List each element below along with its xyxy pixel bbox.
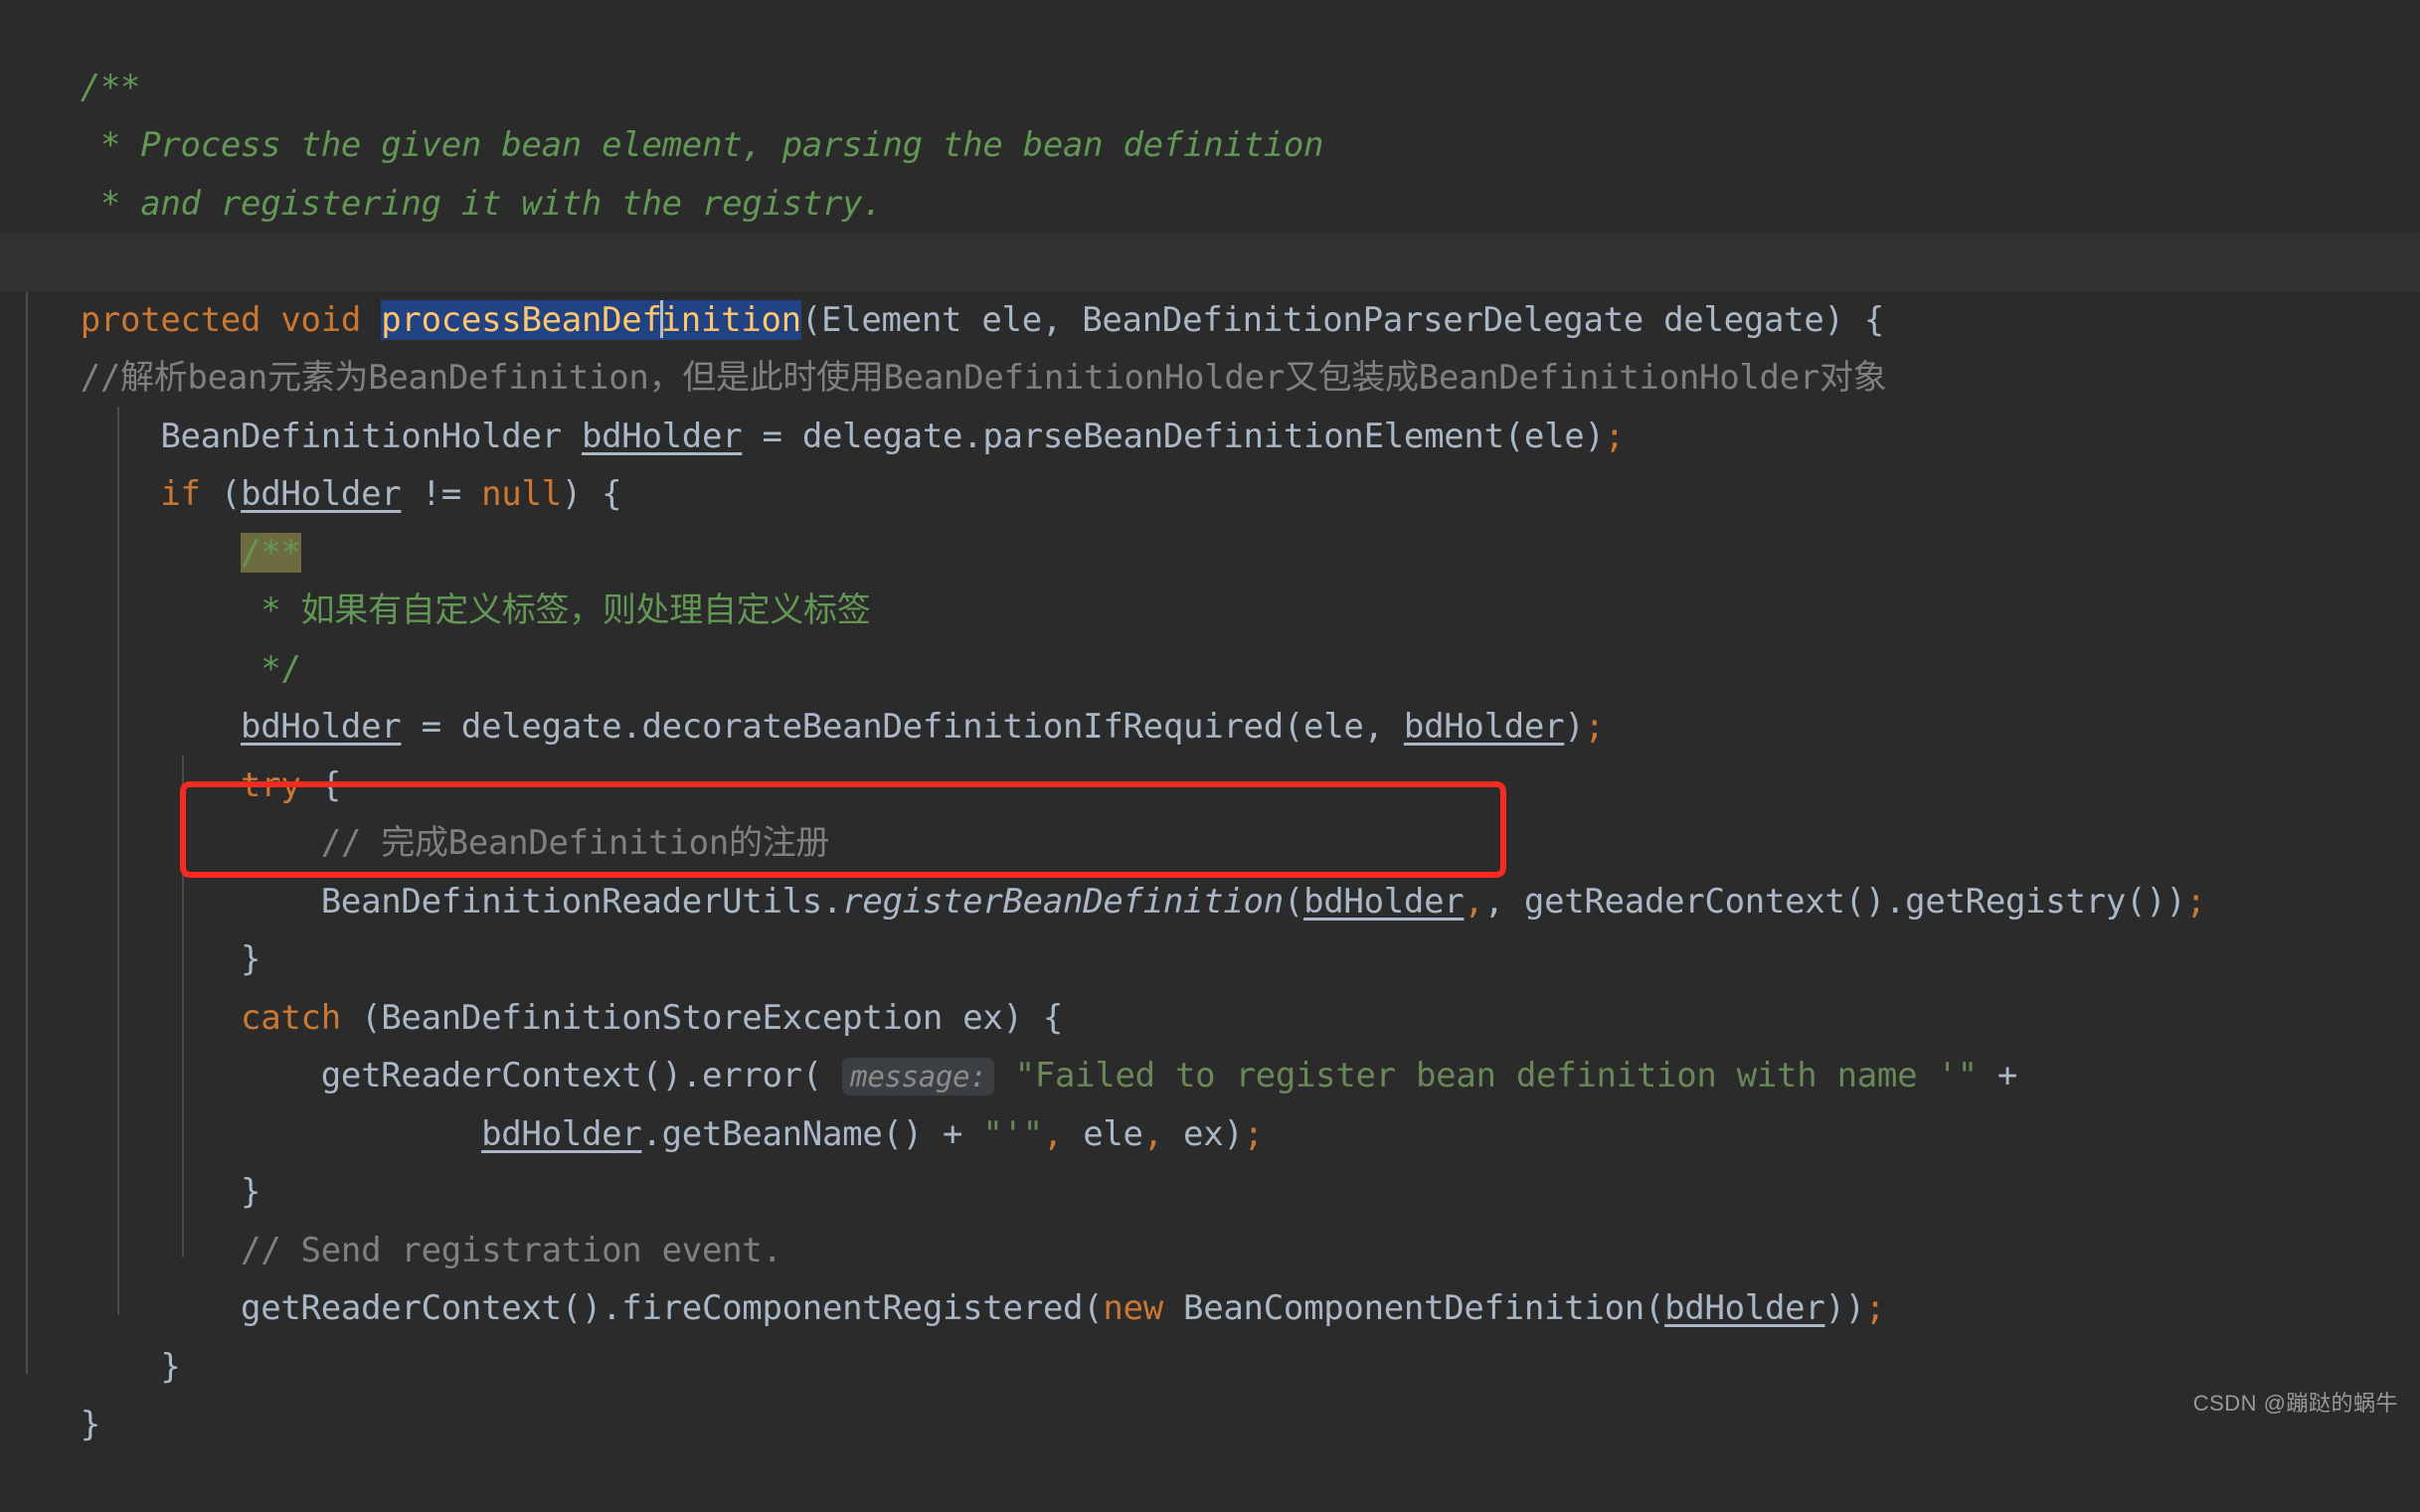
code-line[interactable]: * and registering it with the registry. — [0, 116, 2420, 224]
code-line[interactable]: getReaderContext().fireComponentRegister… — [0, 1222, 2420, 1328]
code-line[interactable]: //解析bean元素为BeanDefinition，但是此时使用BeanDefi… — [0, 291, 2420, 398]
code-line[interactable]: /** — [0, 0, 2420, 107]
code-line[interactable]: BeanDefinitionHolder bdHolder = delegate… — [0, 349, 2420, 456]
code-line[interactable]: getReaderContext().error( message: "Fail… — [0, 989, 2420, 1095]
code-line[interactable]: bdHolder.getBeanName() + "'", ele, ex); — [0, 1047, 2420, 1154]
code-line[interactable]: } — [0, 1338, 2420, 1444]
code-line[interactable]: bdHolder = delegate.decorateBeanDefiniti… — [0, 640, 2420, 747]
code-line[interactable]: // Send registration event. — [0, 1163, 2420, 1270]
code-line[interactable]: } — [0, 1105, 2420, 1212]
closing-brace-method: } — [80, 1405, 100, 1444]
code-line-method-signature[interactable]: protected void processBeanDefinition(Ele… — [0, 233, 2420, 340]
code-line[interactable]: */ — [0, 175, 2420, 281]
code-line[interactable]: } — [0, 1279, 2420, 1387]
code-line[interactable]: /** — [0, 465, 2420, 573]
code-line[interactable]: catch (BeanDefinitionStoreException ex) … — [0, 930, 2420, 1038]
code-line-boxed[interactable]: // 完成BeanDefinition的注册 — [0, 756, 2420, 863]
code-line[interactable]: try { — [0, 698, 2420, 805]
code-line[interactable]: */ — [0, 582, 2420, 689]
code-line[interactable]: * Process the given bean element, parsin… — [0, 59, 2420, 165]
code-line[interactable]: } — [0, 873, 2420, 979]
code-editor[interactable]: /** * Process the given bean element, pa… — [0, 0, 2420, 1444]
code-line[interactable]: * 如果有自定义标签，则处理自定义标签 — [0, 524, 2420, 630]
code-line[interactable]: if (bdHolder != null) { — [0, 408, 2420, 514]
code-line-boxed[interactable]: BeanDefinitionReaderUtils.registerBeanDe… — [0, 814, 2420, 922]
csdn-watermark: CSDN @蹦跶的蜗牛 — [2192, 1391, 2398, 1416]
